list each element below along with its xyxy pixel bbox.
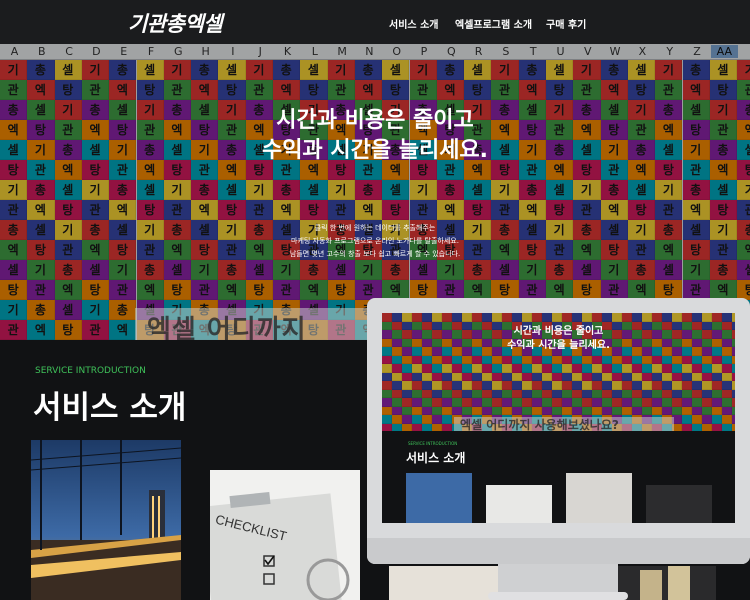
monitor-card-2 [486,485,552,523]
monitor-service-eyebrow: SERVICE INTRODUCTION [408,441,458,446]
monitor-stand-base [488,592,628,600]
hero-desc-line-1: 클릭 한 번에 원하는 데이터를 추출해주는 [314,224,436,232]
monitor-title-line-1: 시간과 비용은 줄이고 [513,326,604,337]
hero-banner: 엑셀 어디까지 [135,308,375,340]
hero-desc-line-3: 남들면 몇년 고수의 창출 보다 쉽고 빠르게 할 수 있습니다. [289,250,461,258]
hero-title-line-1: 시간과 비용은 줄이고 [276,108,474,133]
logo[interactable]: 기관총엑셀 [128,8,223,38]
monitor-mockup: 시간과 비용은 줄이고 수익과 시간을 늘리세요. 엑셀 어디까지 사용해보셨나… [367,298,750,564]
monitor-hero: 시간과 비용은 줄이고 수익과 시간을 늘리세요. 엑셀 어디까지 사용해보셨나… [382,313,735,431]
service-title: 서비스 소개 [33,390,187,426]
monitor-service-title: 서비스 소개 [406,451,466,465]
monitor-card-3 [566,473,632,523]
hero-title: 시간과 비용은 줄이고 수익과 시간을 늘리세요. [0,106,750,166]
nav-item-service[interactable]: 서비스 소개 [389,16,438,31]
monitor-hero-title: 시간과 비용은 줄이고 수익과 시간을 늘리세요. [382,325,735,353]
hero-overlay [0,44,750,340]
top-nav: 기관총엑셀 서비스 소개 엑셀프로그램 소개 구매 후기 [0,0,750,44]
monitor-chin [367,538,750,564]
hero-description: 클릭 한 번에 원하는 데이터를 추출해주는 마케팅 자동화 프로그램으로 온라… [0,222,750,261]
checklist-image: CHECKLIST [210,470,360,600]
service-eyebrow: SERVICE INTRODUCTION [35,366,146,376]
monitor-card-4 [646,485,712,523]
monitor-hero-banner: 엑셀 어디까지 사용해보셨나요? [454,417,674,431]
page: 기관총엑셀 서비스 소개 엑셀프로그램 소개 구매 후기 ABCDEFGHIJK… [0,0,750,600]
service-card-coins[interactable] [616,566,716,600]
hero-desc-line-2: 마케팅 자동화 프로그램으로 온라인 노가다를 탈출하세요. [291,237,459,245]
monitor-card-1 [406,473,472,523]
service-card-train-station[interactable] [31,440,181,600]
nav-item-excel-program[interactable]: 엑셀프로그램 소개 [455,16,532,31]
nav-item-reviews[interactable]: 구매 후기 [546,16,586,31]
monitor-title-line-2: 수익과 시간을 늘리세요. [507,340,610,351]
monitor-screen: 시간과 비용은 줄이고 수익과 시간을 늘리세요. 엑셀 어디까지 사용해보셨나… [382,313,735,523]
hero-section: A B C D E F G H I J K L M N O P Q R S T U V W X Y Z AA 기총셀기총셀기총셀기총… [0,44,750,340]
train-station-image [31,440,181,600]
service-card-checklist[interactable]: CHECKLIST [210,470,360,600]
coins-image [616,566,716,600]
hero-title-line-2: 수익과 시간을 늘리세요. [261,138,489,163]
service-card-notebook[interactable] [389,566,499,600]
